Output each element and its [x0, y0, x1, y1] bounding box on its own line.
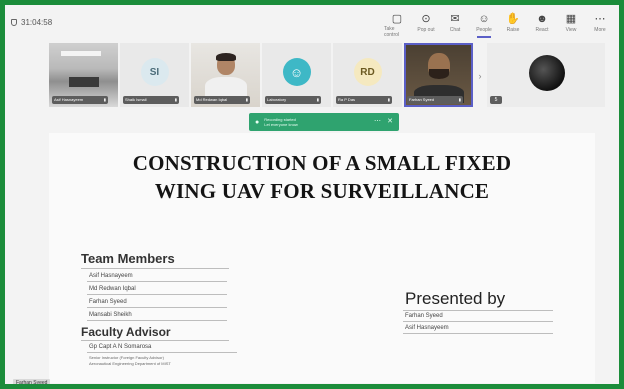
chevron-right-icon[interactable]: ›: [475, 43, 485, 109]
divider: [81, 340, 229, 341]
participant-name: Md Redwan Iqbal ▮: [194, 96, 250, 104]
slide-title: CONSTRUCTION OF A SMALL FIXED WING UAV F…: [132, 151, 512, 203]
participant-tile[interactable]: Asif Hasnayeem ▮: [49, 43, 118, 107]
participant-name: Ra P Das ▮: [336, 96, 392, 104]
profile-photo: [529, 55, 565, 91]
share-screen-icon: ▢: [391, 13, 403, 25]
recording-notification[interactable]: ● Recording started Let everyone know ⋯ …: [249, 113, 399, 131]
react-button[interactable]: ☻ React: [529, 10, 555, 38]
participant-name: Laboratory ▮: [265, 96, 321, 104]
team-member: Md Redwan Iqbal: [89, 286, 136, 292]
shared-slide: CONSTRUCTION OF A SMALL FIXED WING UAV F…: [49, 133, 595, 383]
raise-hand-button[interactable]: ✋ Raise: [500, 10, 526, 38]
presenter-name: Asif Hasnayeem: [405, 325, 449, 331]
meeting-toolbar: 31:04:58 ▢ Take control ⊙ Pop out ✉ Chat…: [5, 5, 619, 41]
participant-tile-selected[interactable]: Farhan Syeed ▮: [404, 43, 473, 107]
participant-tile[interactable]: RD Ra P Das ▮: [333, 43, 402, 107]
divider: [81, 268, 229, 269]
toolbar-buttons: ▢ Take control ⊙ Pop out ✉ Chat ☺ People…: [384, 10, 613, 38]
participant-tile[interactable]: ☺ Laboratory ▮: [262, 43, 331, 107]
view-button[interactable]: ▦ View: [558, 10, 584, 38]
meeting-window: 31:04:58 ▢ Take control ⊙ Pop out ✉ Chat…: [0, 0, 624, 389]
team-member: Mansabi Sheikh: [89, 312, 132, 318]
mic-icon: ▮: [174, 97, 177, 102]
divider: [403, 333, 553, 334]
chat-label: Chat: [449, 27, 461, 33]
participant-tile[interactable]: Md Redwan Iqbal ▮: [191, 43, 260, 107]
divider: [403, 310, 553, 311]
people-button[interactable]: ☺ People: [471, 10, 497, 38]
record-icon: ●: [255, 118, 260, 126]
mic-icon: ▮: [387, 97, 390, 102]
take-control-button[interactable]: ▢ Take control: [384, 10, 410, 38]
presenter-caption: Farhan Syeed: [13, 379, 51, 384]
participant-tile[interactable]: 5: [487, 43, 605, 107]
people-icon: ☺: [478, 13, 490, 25]
divider: [87, 320, 227, 321]
view-label: View: [565, 27, 577, 33]
more-icon: ⋯: [594, 13, 606, 25]
take-control-label: Take control: [384, 26, 400, 38]
shield-icon: [11, 19, 17, 26]
raise-label: Raise: [506, 27, 520, 33]
close-icon[interactable]: ✕: [387, 117, 393, 125]
meeting-timer-text: 31:04:58: [21, 18, 53, 27]
team-member: Asif Hasnayeem: [89, 273, 133, 279]
participant-name: Shaik Ismail ▮: [123, 96, 179, 104]
divider: [87, 281, 227, 282]
divider: [87, 307, 227, 308]
people-label: People: [476, 27, 492, 33]
advisor-name: Gp Capt A N Somarosa: [89, 344, 152, 350]
chat-icon: ✉: [450, 13, 460, 25]
more-label: More: [594, 27, 606, 33]
mic-icon: ▮: [245, 97, 248, 102]
faculty-advisor-heading: Faculty Advisor: [81, 325, 171, 339]
hand-icon: ✋: [506, 13, 520, 25]
pop-out-button[interactable]: ⊙ Pop out: [413, 10, 439, 38]
grid-icon: ▦: [565, 13, 577, 25]
mic-icon: ▮: [458, 97, 461, 102]
mic-icon: ▮: [103, 97, 106, 102]
participant-name: Farhan Syeed ▮: [407, 96, 463, 104]
mic-icon: ▮: [316, 97, 319, 102]
chat-button[interactable]: ✉ Chat: [442, 10, 468, 38]
presenter-name: Farhan Syeed: [405, 313, 443, 319]
more-button[interactable]: ⋯ More: [587, 10, 613, 38]
advisor-department: Aeronautical Engineering Department of M…: [89, 361, 171, 366]
team-member: Farhan Syeed: [89, 299, 127, 305]
pop-out-icon: ⊙: [421, 13, 431, 25]
advisor-role: Senior Instructor (Foreign Faculty Advis…: [89, 355, 164, 360]
participant-tile[interactable]: SI Shaik Ismail ▮: [120, 43, 189, 107]
meeting-timer: 31:04:58: [11, 18, 52, 27]
divider: [87, 294, 227, 295]
toast-line-2: Let everyone know: [264, 122, 298, 127]
more-options-icon[interactable]: ⋯: [374, 117, 381, 125]
team-members-heading: Team Members: [81, 251, 175, 266]
person-icon: ☺: [282, 58, 311, 86]
participant-count-badge: 5: [490, 96, 502, 104]
presented-by-heading: Presented by: [405, 289, 506, 308]
smile-icon: ☻: [536, 13, 548, 25]
participant-name: Asif Hasnayeem ▮: [52, 96, 108, 104]
divider: [403, 321, 553, 322]
pop-out-label: Pop out: [417, 27, 435, 33]
participant-strip: Asif Hasnayeem ▮ SI Shaik Ismail ▮ Md Redw…: [49, 43, 617, 109]
avatar: SI: [140, 58, 169, 86]
react-label: React: [535, 27, 549, 33]
avatar: RD: [353, 58, 382, 86]
divider: [87, 352, 237, 353]
